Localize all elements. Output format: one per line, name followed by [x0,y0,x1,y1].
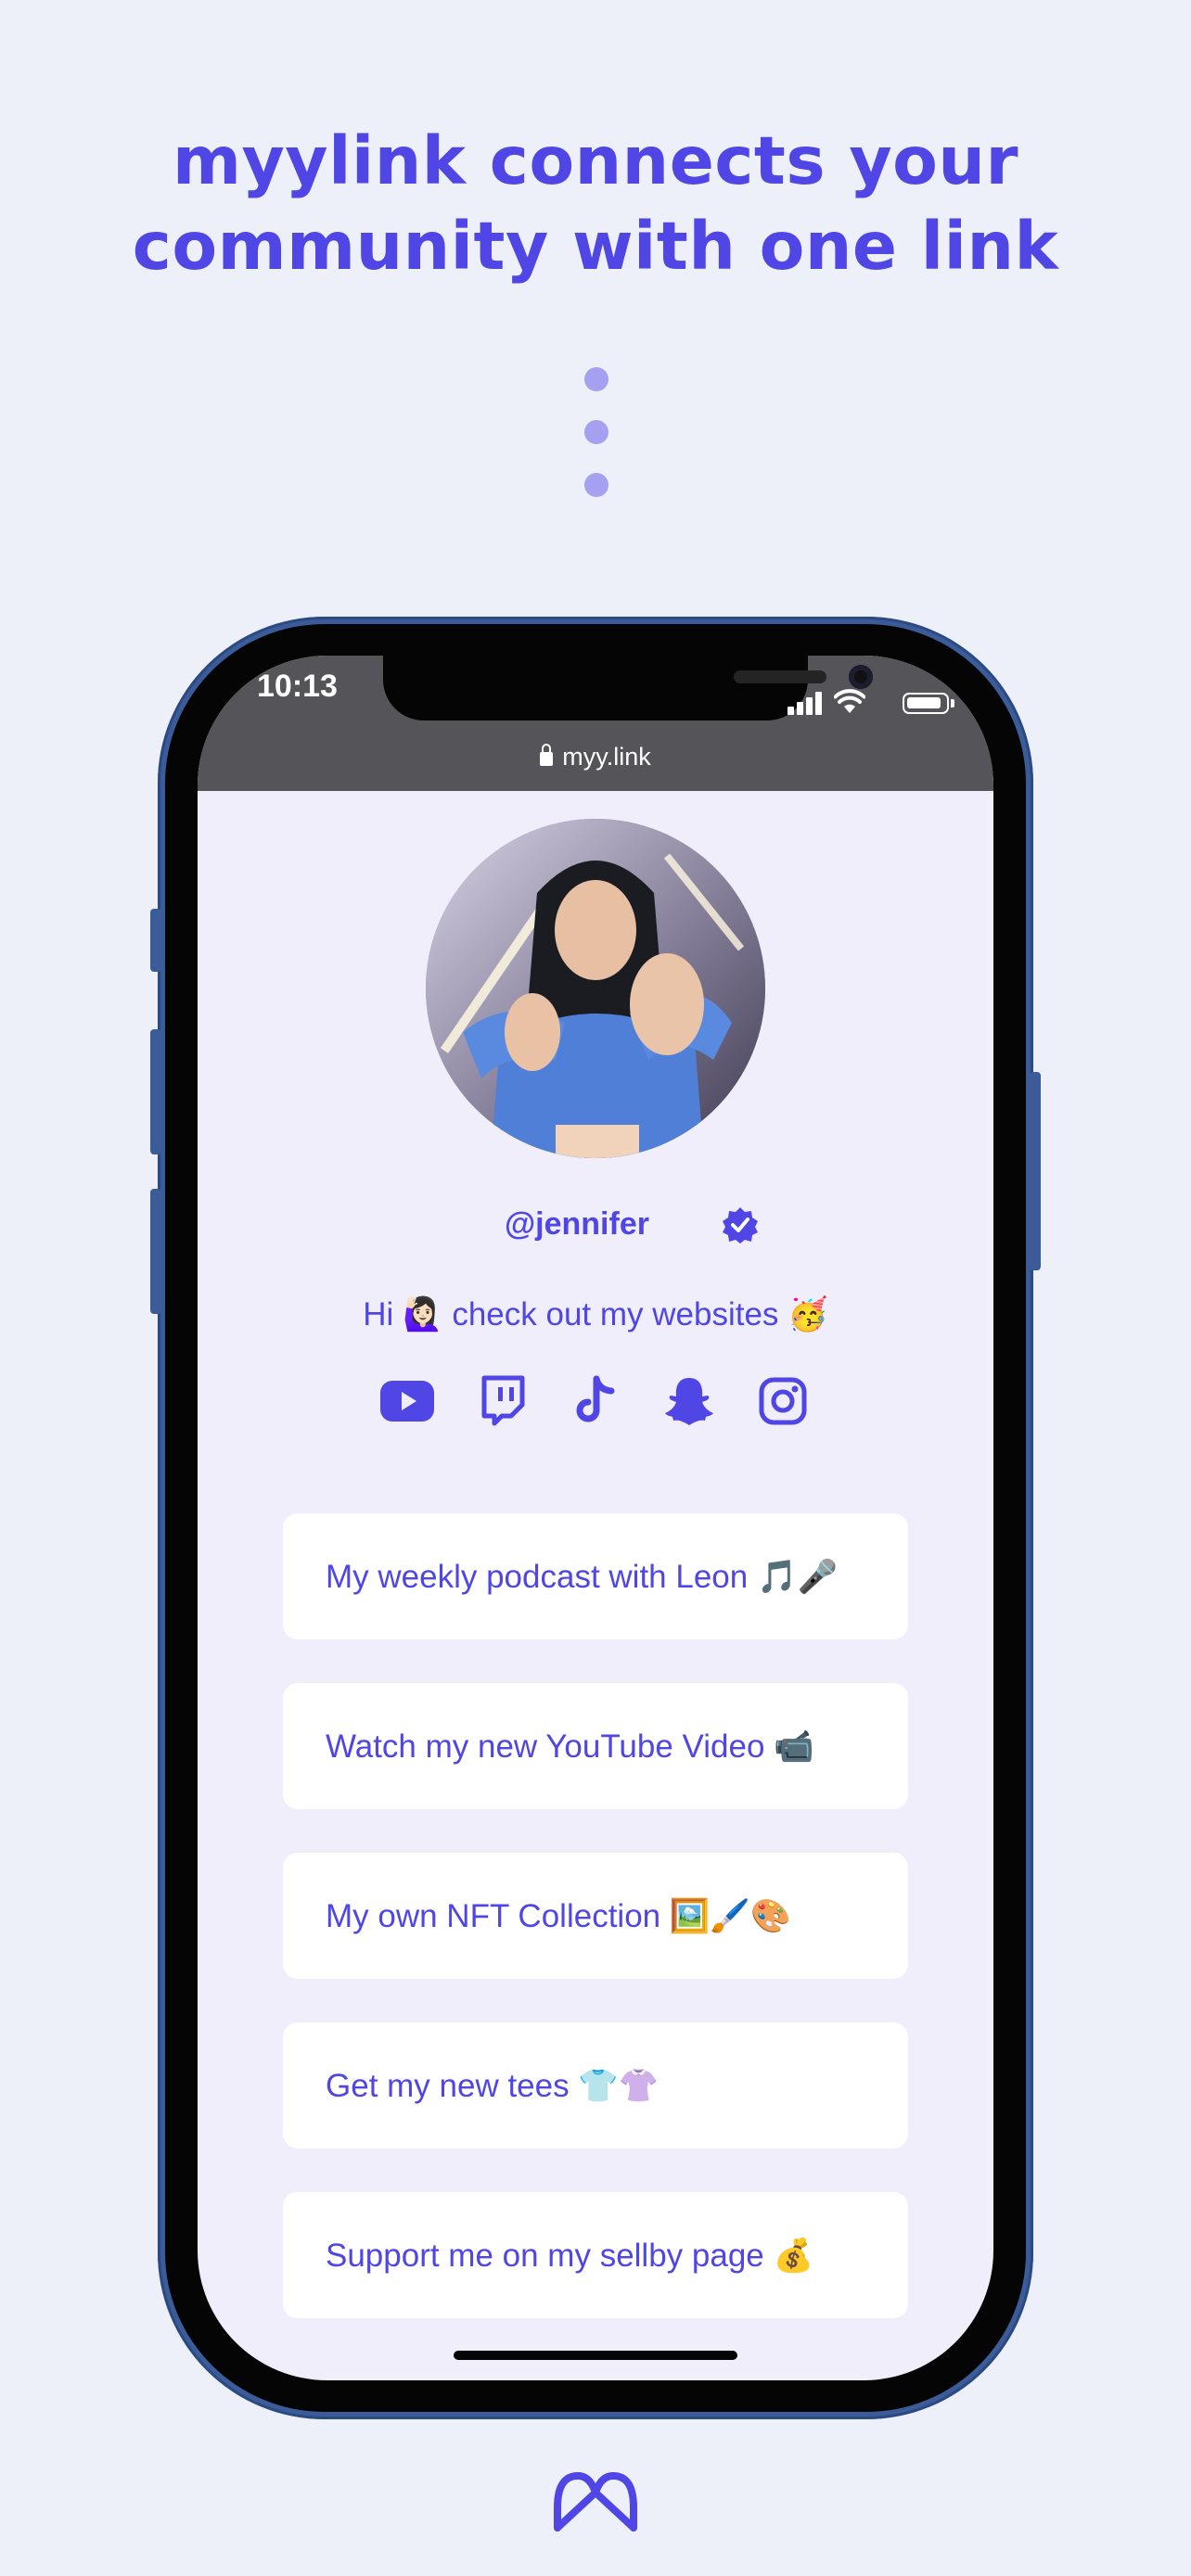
headline-line-1: myylink connects your [173,122,1018,199]
headline-line-2: community with one link [132,208,1059,285]
link-button-tees[interactable]: Get my new tees 👕👚 [283,2022,908,2149]
profile-avatar [426,819,765,1158]
notch [383,656,873,721]
link-button-sellby[interactable]: Support me on my sellby page 💰 [283,2192,908,2318]
tiktok-icon[interactable] [568,1373,623,1429]
speaker [734,670,826,683]
social-icons-row [379,1373,815,1429]
front-camera [849,665,873,689]
twitch-icon[interactable] [474,1373,530,1429]
lock-icon [540,744,554,766]
volume-up-button [150,1029,161,1154]
dot [584,367,608,391]
mute-switch [150,909,161,972]
myylink-logo-icon [554,2472,637,2531]
verified-badge-icon [723,1207,758,1243]
status-time: 10:13 [257,669,338,704]
link-button-nft-collection[interactable]: My own NFT Collection 🖼️🖌️🎨 [283,1853,908,1979]
power-button [1030,1072,1041,1270]
browser-topbar: 10:13 myy.link [198,656,993,791]
home-indicator[interactable] [454,2351,737,2360]
url-text: myy.link [562,743,651,771]
snapchat-icon[interactable] [661,1373,717,1429]
youtube-icon[interactable] [379,1373,435,1429]
volume-down-button [150,1189,161,1314]
vertical-dots [584,367,608,526]
instagram-icon[interactable] [755,1373,811,1429]
headline: myylink connects your community with one… [0,119,1191,289]
battery-icon [903,693,954,714]
cellular-signal-icon [788,691,825,715]
url-bar[interactable]: myy.link [198,743,993,772]
profile-photo [426,819,765,1158]
wifi-icon [834,689,865,713]
link-button-podcast[interactable]: My weekly podcast with Leon 🎵🎤 [283,1513,908,1639]
dot [584,473,608,497]
dot [584,420,608,444]
phone-screen: 10:13 myy.link [198,656,993,2380]
profile-username: @jennifer [505,1206,649,1242]
profile-bio: Hi 🙋🏻‍♀️ check out my websites 🥳 [363,1296,828,1333]
link-button-youtube-video[interactable]: Watch my new YouTube Video 📹 [283,1683,908,1809]
